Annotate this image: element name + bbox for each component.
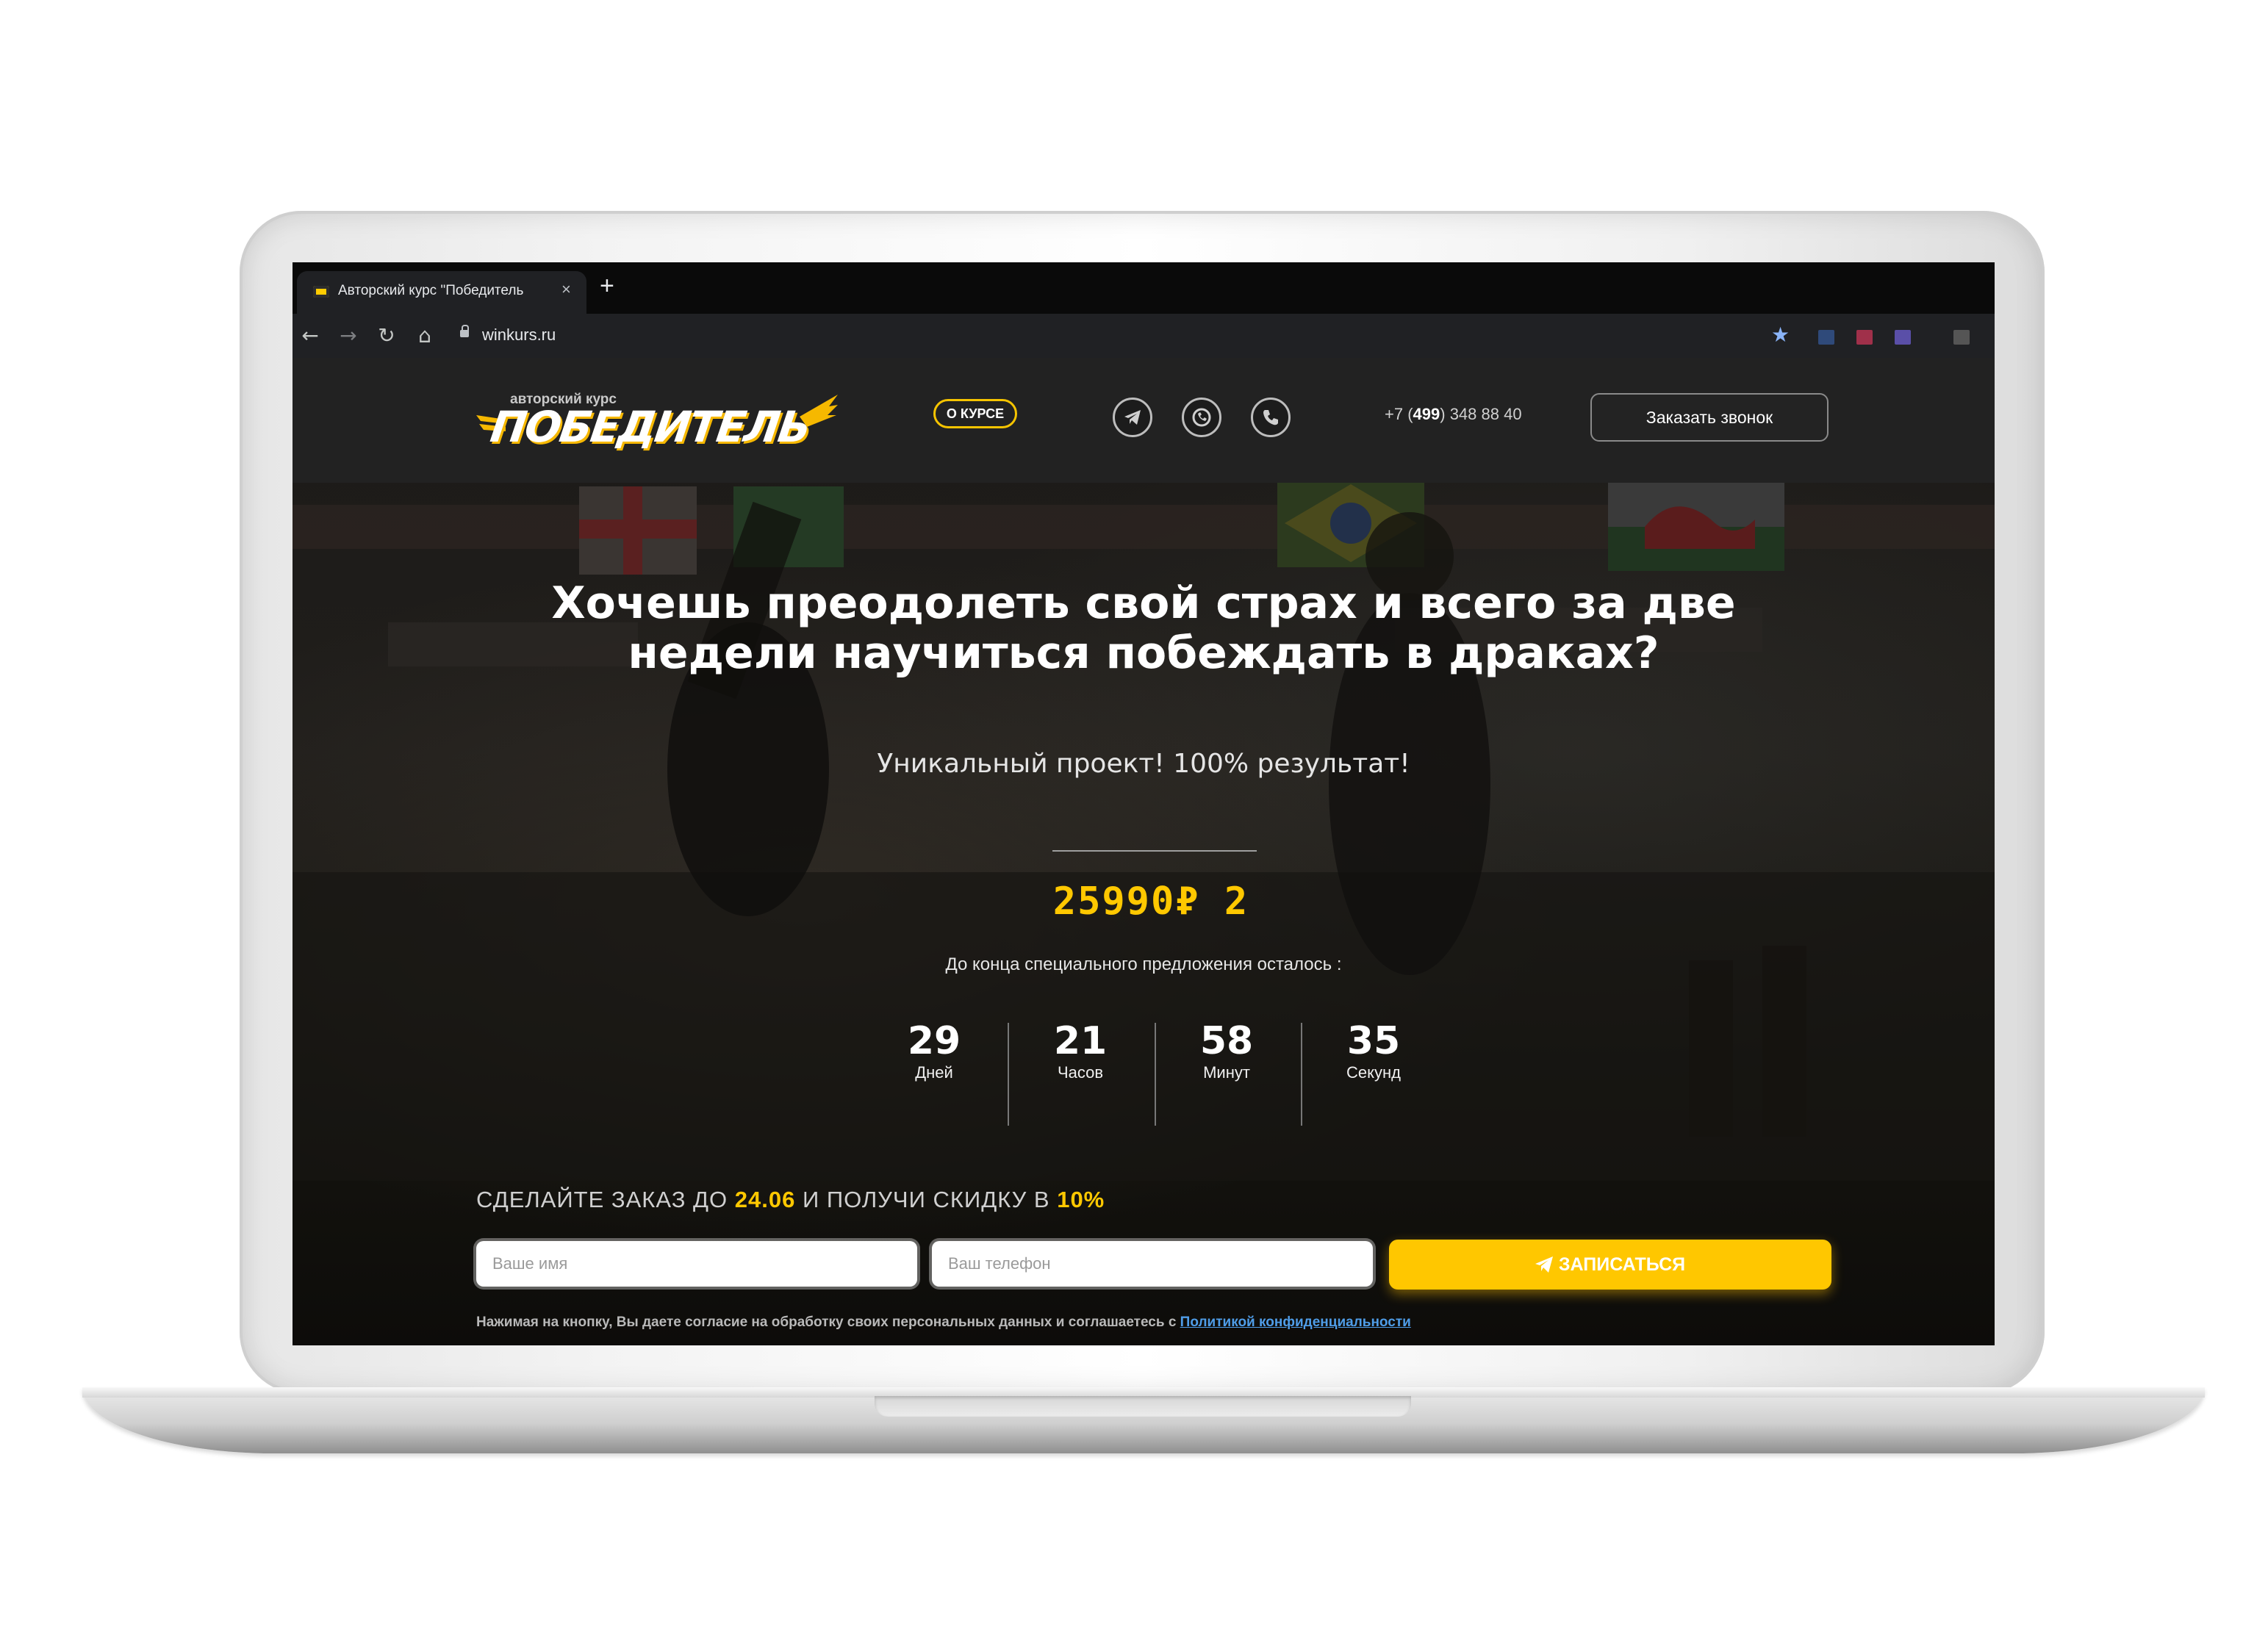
extension-icon[interactable]: [1856, 330, 1873, 345]
phone-rest: ) 348 88 40: [1440, 405, 1522, 423]
privacy-policy-link[interactable]: Политикой конфиденциальности: [1180, 1315, 1411, 1330]
site-header: авторский курс ПОБЕДИТЕЛЬ О КУРСЕ +7 (49…: [293, 358, 1995, 483]
laptop-notch: [875, 1396, 1411, 1417]
countdown-value: 58: [1199, 1019, 1254, 1063]
promo-date: 24.06: [734, 1187, 796, 1212]
laptop-screen: Авторский курс "Победитель × + ← → ↻ ⌂ w…: [293, 262, 1995, 1345]
url-text: winkurs.ru: [482, 326, 556, 344]
order-call-button[interactable]: Заказать звонок: [1590, 393, 1829, 442]
countdown-days: 29 Дней: [861, 1019, 1007, 1082]
landing-page: авторский курс ПОБЕДИТЕЛЬ О КУРСЕ +7 (49…: [293, 358, 1995, 1345]
offer-countdown-note: До конца специального предложения остало…: [945, 954, 1342, 974]
bookmark-star-icon[interactable]: ★: [1771, 323, 1790, 348]
countdown-hours: 21 Часов: [1008, 1019, 1153, 1082]
name-field[interactable]: [476, 1241, 917, 1287]
phone-number[interactable]: +7 (499) 348 88 40: [1385, 405, 1522, 424]
price: 25990₽ 2: [1052, 880, 1249, 924]
signup-button[interactable]: ЗАПИСАТЬСЯ: [1389, 1240, 1831, 1290]
home-icon[interactable]: ⌂: [412, 321, 438, 350]
promo-discount: 10%: [1057, 1187, 1105, 1212]
promo-text: СДЕЛАЙТЕ ЗАКАЗ ДО 24.06 И ПОЛУЧИ СКИДКУ …: [476, 1187, 1105, 1213]
countdown-value: 35: [1346, 1019, 1401, 1063]
countdown-minutes: 58 Минут: [1154, 1019, 1299, 1082]
phone-icon[interactable]: [1251, 398, 1291, 437]
phone-input[interactable]: [932, 1241, 1373, 1287]
countdown-value: 29: [907, 1019, 961, 1063]
consent-text: Нажимая на кнопку, Вы даете согласие на …: [476, 1315, 1411, 1331]
extension-icon[interactable]: [1953, 330, 1970, 345]
browser-toolbar: ← → ↻ ⌂ winkurs.ru ★: [293, 314, 1995, 358]
phone-prefix: +7 (: [1385, 405, 1413, 423]
viber-icon[interactable]: [1182, 398, 1221, 437]
countdown-value: 21: [1053, 1019, 1108, 1063]
extension-icon[interactable]: [1895, 330, 1911, 345]
back-arrow-icon[interactable]: ←: [297, 321, 323, 350]
signup-button-label: ЗАПИСАТЬСЯ: [1558, 1254, 1686, 1275]
countdown-seconds: 35 Секунд: [1301, 1019, 1446, 1082]
nav-about-course[interactable]: О КУРСЕ: [933, 399, 1017, 428]
address-bar[interactable]: winkurs.ru: [453, 320, 1995, 352]
new-tab-icon[interactable]: +: [600, 271, 614, 301]
close-tab-icon[interactable]: ×: [561, 280, 571, 299]
telegram-icon[interactable]: [1113, 398, 1152, 437]
logo[interactable]: ПОБЕДИТЕЛЬ: [487, 402, 813, 452]
countdown-label: Дней: [915, 1063, 953, 1082]
extension-icon[interactable]: [1818, 330, 1834, 345]
divider: [1052, 850, 1257, 852]
lock-icon: [460, 325, 469, 337]
reload-icon[interactable]: ↻: [373, 321, 400, 350]
promo-part: И ПОЛУЧИ СКИДКУ В: [795, 1187, 1058, 1212]
phone-field[interactable]: [932, 1241, 1373, 1287]
name-input[interactable]: [476, 1241, 917, 1287]
countdown-label: Минут: [1203, 1063, 1250, 1082]
browser-tab-bar: Авторский курс "Победитель × +: [293, 262, 1995, 314]
logo-wing-right-icon: [800, 395, 838, 427]
countdown-label: Секунд: [1346, 1063, 1401, 1082]
favicon-icon: [313, 286, 329, 298]
forward-arrow-icon[interactable]: →: [335, 321, 362, 350]
paper-plane-icon: [1535, 1256, 1553, 1273]
hero-subtitle: Уникальный проект! 100% результат!: [877, 749, 1410, 779]
hero-headline: Хочешь преодолеть свой страх и всего за …: [551, 578, 1736, 679]
consent-body: Нажимая на кнопку, Вы даете согласие на …: [476, 1315, 1180, 1330]
phone-code: 499: [1413, 405, 1440, 423]
tab-title: Авторский курс "Победитель: [338, 283, 524, 298]
promo-part: СДЕЛАЙТЕ ЗАКАЗ ДО: [476, 1187, 735, 1212]
browser-tab[interactable]: Авторский курс "Победитель ×: [297, 271, 586, 314]
countdown-label: Часов: [1057, 1063, 1104, 1082]
